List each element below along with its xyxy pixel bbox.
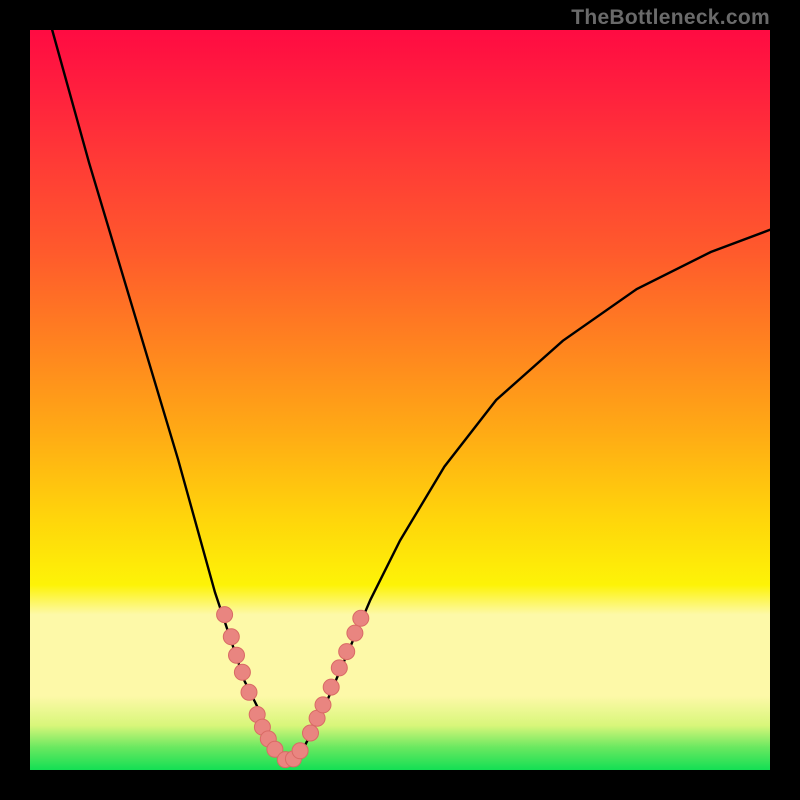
chart-container: TheBottleneck.com	[0, 0, 800, 800]
curve-layer	[30, 30, 770, 770]
dot	[323, 679, 339, 695]
dot	[241, 684, 257, 700]
bottleneck-curve	[52, 30, 770, 763]
dot	[292, 743, 308, 759]
dot	[217, 607, 233, 623]
dot	[229, 647, 245, 663]
dot	[223, 629, 239, 645]
dot	[303, 725, 319, 741]
dot	[331, 660, 347, 676]
dot	[347, 625, 363, 641]
dot	[339, 644, 355, 660]
highlight-dots	[217, 607, 369, 768]
dot	[315, 697, 331, 713]
dot	[234, 664, 250, 680]
watermark-text: TheBottleneck.com	[571, 6, 770, 30]
dot	[353, 610, 369, 626]
plot-area	[30, 30, 770, 770]
